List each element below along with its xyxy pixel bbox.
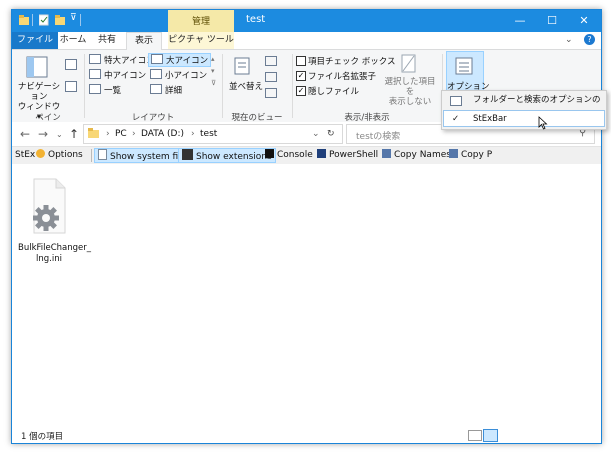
forward-button[interactable]: → (38, 127, 48, 141)
up-button[interactable]: ↑ (69, 127, 79, 141)
large-icons-icon (89, 54, 101, 64)
new-folder-icon[interactable] (55, 14, 65, 26)
check-icon: ✓ (452, 114, 460, 124)
hidden-files-label: 隠しファイル (308, 87, 360, 97)
options-gear-icon (36, 149, 45, 158)
file-name-label: BulkFileChanger_ lng.ini (18, 243, 92, 264)
show-extensions-button[interactable]: Show extensions (178, 148, 276, 163)
title-separator (32, 14, 33, 26)
recent-locations-icon[interactable]: ⌄ (56, 130, 63, 139)
extensions-icon (182, 149, 193, 160)
window-title: test (246, 14, 266, 25)
address-dropdown-icon[interactable]: ⌄ (312, 129, 320, 139)
copy-names-icon (382, 149, 391, 158)
breadcrumb-separator: › (132, 129, 136, 139)
console-icon (265, 149, 274, 158)
add-columns-icon[interactable] (265, 72, 277, 82)
console-button[interactable]: Console (265, 148, 313, 163)
collapse-ribbon-icon[interactable]: ⌄ (565, 35, 573, 45)
large-icons-view-icon[interactable] (483, 429, 498, 442)
size-columns-icon[interactable] (265, 88, 277, 98)
explorer-window: ⊽ 管理 test — ☐ ✕ ファイル ホーム 共有 表示 ピクチャ ツール … (11, 9, 602, 444)
layout-extra-large-icons[interactable]: 特大アイコン (89, 54, 155, 66)
file-extensions-label: ファイル名拡張子 (308, 72, 377, 82)
group-separator (84, 54, 85, 118)
system-file-icon (98, 149, 107, 160)
hidden-files-toggle[interactable]: ✓ (296, 86, 306, 96)
list-icon (89, 84, 101, 94)
breadcrumb-separator: › (191, 129, 195, 139)
tab-share[interactable]: 共有 (92, 32, 122, 49)
breadcrumb-folder[interactable]: test (200, 129, 217, 139)
copy-names-button[interactable]: Copy Names (382, 148, 451, 163)
item-checkbox-label: 項目チェック ボックス (308, 57, 396, 67)
layout-list[interactable]: 一覧 (89, 84, 121, 96)
group-by-icon[interactable] (265, 56, 277, 66)
stexbar-label: StEx (15, 150, 36, 160)
hide-selected-button[interactable]: 選択した項目を 表示しない (382, 77, 438, 107)
navigation-pane-icon[interactable] (26, 56, 48, 78)
folder-icon (88, 128, 99, 138)
mouse-cursor-icon (538, 116, 548, 130)
layout-scroll-icon[interactable]: ▴ ▾ ⊽ (211, 53, 216, 89)
help-icon[interactable]: ? (584, 34, 595, 45)
breadcrumb-drive[interactable]: DATA (D:) (141, 129, 184, 139)
stexbar-options-button[interactable]: Options (36, 148, 83, 163)
folder-icon (19, 15, 29, 25)
sort-by-button[interactable]: 並べ替え (229, 80, 263, 92)
layout-details[interactable]: 詳細 (150, 84, 182, 96)
refresh-icon[interactable]: ↻ (327, 129, 335, 139)
group-separator (222, 54, 223, 118)
details-pane-icon[interactable] (65, 81, 77, 92)
hide-selected-icon (401, 54, 416, 73)
file-list[interactable]: BulkFileChanger_ lng.ini (12, 164, 601, 426)
folder-options-icon (450, 96, 462, 106)
copy-paths-icon (449, 149, 458, 158)
item-count: 1 個の項目 (21, 432, 64, 442)
breadcrumb-pc[interactable]: PC (115, 129, 127, 139)
item-checkbox-toggle[interactable] (296, 56, 306, 66)
preview-pane-icon[interactable] (65, 59, 77, 70)
status-bar: 1 個の項目 (12, 426, 601, 443)
title-bar[interactable]: ⊽ 管理 test — ☐ ✕ (12, 10, 601, 40)
properties-icon[interactable] (39, 14, 49, 26)
layout-small-icons[interactable]: 小アイコン (150, 69, 207, 81)
toolbar-separator (91, 149, 92, 162)
stexbar-toolbar: StEx Options Show system files Show exte… (12, 146, 601, 165)
qat-dropdown-icon[interactable]: ⊽ (70, 13, 77, 23)
menu-item-stexbar[interactable]: ✓ StExBar (443, 110, 605, 127)
powershell-icon (317, 149, 326, 158)
large-icons-icon (151, 54, 163, 64)
address-field[interactable]: › PC › DATA (D:) › test ⌄ ↻ (83, 124, 343, 144)
ribbon-tabs: ファイル ホーム 共有 表示 ピクチャ ツール ⌄ ? (12, 32, 601, 50)
back-button[interactable]: ← (20, 127, 30, 141)
layout-medium-icons[interactable]: 中アイコン (89, 69, 146, 81)
maximize-button[interactable]: ☐ (536, 10, 568, 32)
tab-view[interactable]: 表示 (126, 32, 162, 50)
menu-item-folder-options[interactable]: フォルダーと検索のオプションの変更(O) (443, 92, 605, 122)
options-icon (455, 57, 473, 75)
copy-paths-button[interactable]: Copy P (449, 148, 492, 163)
medium-icons-icon (89, 69, 101, 79)
breadcrumb-separator: › (106, 129, 110, 139)
search-input[interactable]: testの検索 (356, 129, 400, 142)
group-separator (292, 54, 293, 118)
options-menu: フォルダーと検索のオプションの変更(O) ✓ StExBar (441, 90, 607, 130)
minimize-button[interactable]: — (504, 10, 536, 32)
settings-file-icon (33, 178, 66, 234)
details-icon (150, 84, 162, 94)
tab-picture-tools[interactable]: ピクチャ ツール (168, 32, 234, 49)
title-separator (80, 14, 81, 26)
tab-file[interactable]: ファイル (12, 32, 58, 49)
sort-icon (234, 57, 250, 75)
layout-large-icons[interactable]: 大アイコン (148, 53, 212, 67)
tab-home[interactable]: ホーム (58, 32, 88, 49)
details-view-icon[interactable] (468, 430, 482, 441)
close-button[interactable]: ✕ (568, 10, 600, 32)
context-tab-label: 管理 (191, 17, 210, 27)
small-icons-icon (150, 69, 162, 79)
powershell-button[interactable]: PowerShell (317, 148, 378, 163)
file-extensions-toggle[interactable]: ✓ (296, 71, 306, 81)
